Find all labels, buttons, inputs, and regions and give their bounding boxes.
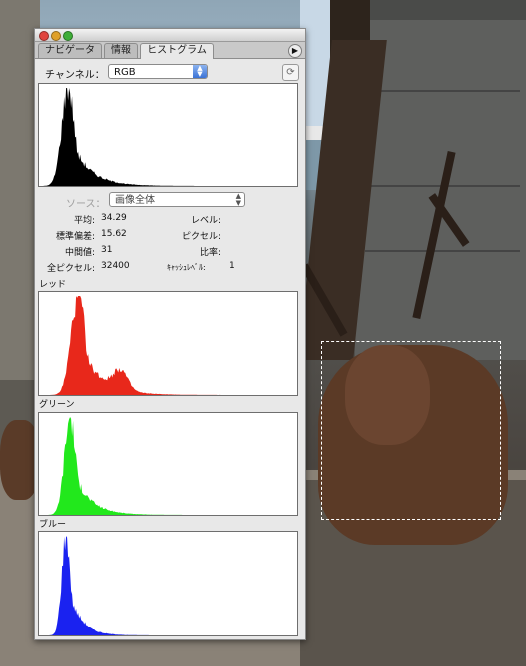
green-histogram bbox=[38, 412, 298, 516]
h-green-area bbox=[39, 417, 296, 515]
panel-menu-button[interactable]: ▶ bbox=[288, 44, 302, 58]
channel-value: RGB bbox=[114, 67, 136, 78]
minimize-button[interactable] bbox=[51, 31, 61, 41]
tab-navigator[interactable]: ナビゲータ bbox=[38, 43, 102, 58]
blue-histogram bbox=[38, 531, 298, 636]
green-section-label: グリーン bbox=[39, 400, 75, 410]
blue-section-label: ブルー bbox=[39, 520, 67, 530]
mean-label: 平均: bbox=[73, 216, 95, 226]
triangle-right-icon: ▶ bbox=[291, 46, 299, 55]
tab-histogram[interactable]: ヒストグラム bbox=[140, 43, 214, 59]
red-histogram bbox=[38, 291, 298, 396]
selection-marquee[interactable] bbox=[321, 341, 501, 520]
channel-select[interactable]: RGB ▲ ▼ bbox=[108, 64, 208, 79]
refresh-button[interactable]: ⟳ bbox=[282, 64, 299, 81]
median-value: 31 bbox=[101, 245, 113, 255]
panel-titlebar[interactable] bbox=[35, 29, 305, 42]
up-down-arrows-icon: ▲ ▼ bbox=[193, 65, 207, 78]
h-red-area bbox=[39, 296, 296, 395]
channel-label: チャンネル： bbox=[45, 70, 105, 81]
median-label: 中間値: bbox=[64, 248, 95, 258]
close-button[interactable] bbox=[39, 31, 49, 41]
h-blue-area bbox=[39, 536, 296, 635]
source-label: ソース： bbox=[66, 199, 106, 210]
cache-level-value: 1 bbox=[229, 261, 235, 271]
source-select[interactable]: 画像全体 ▲ ▼ bbox=[109, 192, 245, 207]
cache-level-label: ｷｬｯｼｭﾚﾍﾞﾙ: bbox=[167, 263, 206, 272]
zoom-button[interactable] bbox=[63, 31, 73, 41]
red-section-label: レッド bbox=[39, 280, 67, 290]
tab-strip: ナビゲータ 情報 ヒストグラム ▶ bbox=[35, 42, 305, 59]
h-main-area bbox=[39, 88, 296, 186]
stone-joint bbox=[365, 250, 520, 252]
stddev-label: 標準偏差: bbox=[55, 232, 95, 242]
source-value: 画像全体 bbox=[115, 195, 155, 206]
up-down-arrows-icon: ▲ ▼ bbox=[235, 192, 241, 207]
count-label: ピクセル: bbox=[181, 232, 221, 242]
refresh-icon: ⟳ bbox=[286, 67, 295, 78]
percentile-label: 比率: bbox=[199, 248, 221, 258]
histogram-panel: ナビゲータ 情報 ヒストグラム ▶ チャンネル： RGB ▲ ▼ ⟳ ソース： 画… bbox=[34, 28, 306, 640]
stone-joint bbox=[370, 90, 520, 92]
level-label: レベル: bbox=[190, 216, 221, 226]
pixels-value: 32400 bbox=[101, 261, 130, 271]
composite-histogram bbox=[38, 83, 298, 187]
stddev-value: 15.62 bbox=[101, 229, 127, 239]
mean-value: 34.29 bbox=[101, 213, 127, 223]
pixels-label: 全ピクセル: bbox=[46, 264, 95, 274]
tab-info[interactable]: 情報 bbox=[104, 43, 138, 58]
